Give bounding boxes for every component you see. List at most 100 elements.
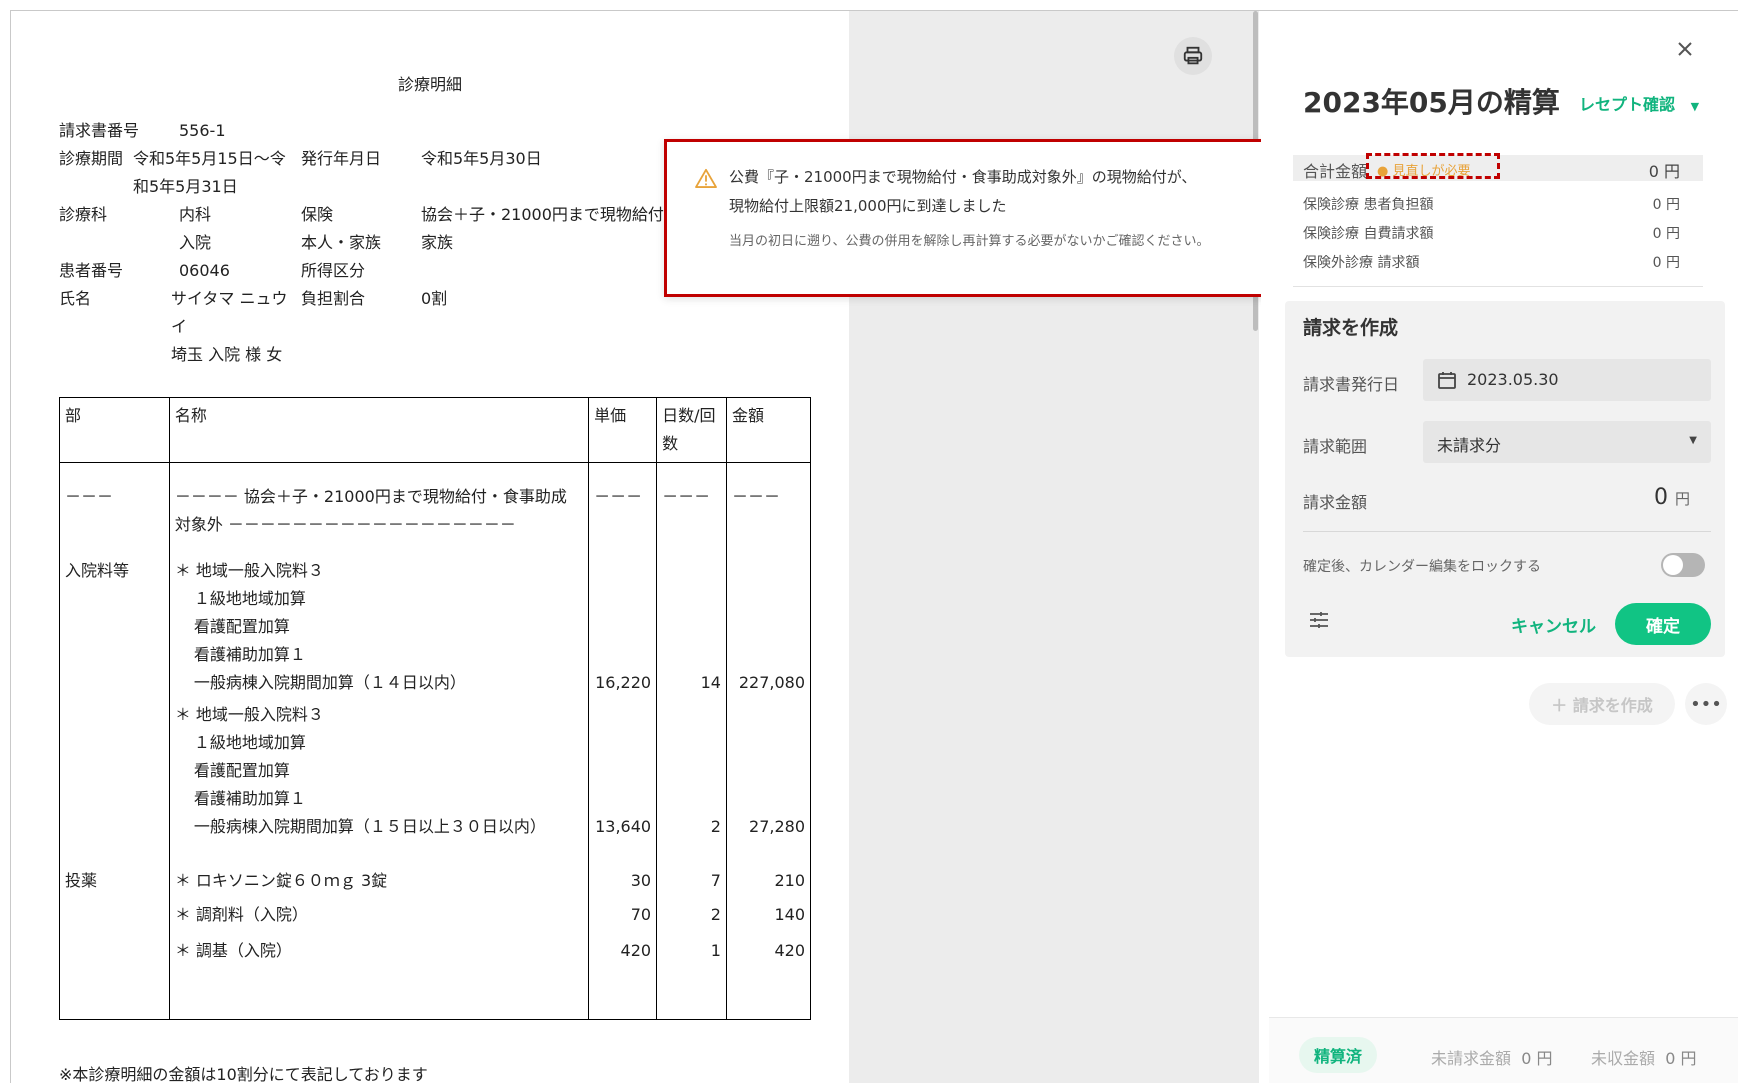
- range-value: 未請求分: [1437, 436, 1502, 455]
- name-line: 対象外 －－－－－－－－－－－－－－－－－－: [174, 515, 516, 534]
- table-row: ＊ 地域一般入院料３ １級地地域加算 看護配置加算 看護補助加算１ 一般病棟入院…: [59, 697, 812, 841]
- name-line1: サイタマ ニュウ: [171, 289, 288, 308]
- issue-date: 令和5年5月30日: [421, 149, 542, 168]
- period-label: 診療期間: [59, 149, 124, 168]
- cell-days: 2: [656, 697, 727, 841]
- dept2: 入院: [179, 233, 212, 252]
- self-pay-value: 0 円: [1652, 226, 1680, 242]
- status-dot-icon: ●: [1377, 164, 1389, 179]
- toggle-knob: [1663, 555, 1683, 575]
- warning-sub-message: 当月の初日に遡り、公費の併用を解除し再計算する必要がないかご確認ください。: [729, 234, 1210, 249]
- chevron-down-icon: ▼: [1690, 100, 1700, 113]
- invoice-no: 556-1: [179, 121, 226, 140]
- create-invoice-title: 請求を作成: [1303, 317, 1399, 339]
- cell-days: －－－: [656, 462, 727, 539]
- table-header-row: 部 名称 単価 日数/回数 金額: [59, 397, 812, 463]
- issue-date-field[interactable]: 2023.05.30: [1423, 359, 1711, 401]
- warning-line2: 現物給付上限額21,000円に到達しました: [729, 197, 1007, 215]
- divider: [1303, 531, 1711, 532]
- cell-section: [59, 697, 170, 841]
- col-header-section: 部: [59, 397, 170, 463]
- cell-name: ＊ ロキソニン錠６０ｍｇ 3錠: [168, 841, 590, 895]
- period-line2: 和5年5月31日: [133, 177, 238, 196]
- close-button[interactable]: [1669, 33, 1701, 65]
- name-line: ＊ 調剤料（入院）: [174, 905, 308, 924]
- cell-section: [59, 929, 170, 1020]
- cell-section: [59, 895, 170, 929]
- patient-no-label: 患者番号: [59, 261, 124, 280]
- warning-popup: 公費『子・21000円まで現物給付・食事助成対象外』の現物給付が、 現物給付上限…: [664, 139, 1277, 297]
- cell-name: －－－－ 協会＋子・21000円まで現物給付・食事助成 対象外 －－－－－－－－…: [168, 462, 590, 539]
- insurance-value2: 家族: [421, 233, 454, 252]
- more-options-button[interactable]: •••: [1685, 683, 1727, 725]
- app-window: 診療明細 請求書番号 556-1 診療期間 令和5年5月15日～令 和5年5月3…: [10, 10, 1738, 1083]
- status-badge: 精算済: [1299, 1037, 1377, 1073]
- name-line: 看護配置加算: [193, 617, 290, 636]
- total-value: 0 円: [1648, 162, 1680, 181]
- col-header-amount: 金額: [725, 397, 812, 463]
- non-insured-value: 0 円: [1652, 255, 1680, 271]
- more-horizontal-icon: •••: [1690, 693, 1722, 715]
- footnote: ※本診療明細の金額は10割分にて表記しております: [59, 1065, 428, 1083]
- issue-date-value: 2023.05.30: [1467, 370, 1559, 389]
- warning-line1: 公費『子・21000円まで現物給付・食事助成対象外』の現物給付が、: [729, 168, 1197, 186]
- patient-burden-value: 0 円: [1652, 197, 1680, 213]
- self-pay-label: 保険診療 自費請求額: [1303, 226, 1434, 242]
- name-line: 看護補助加算１: [193, 789, 306, 808]
- dept: 内科: [179, 205, 212, 224]
- issue-date-field-label: 請求書発行日: [1303, 375, 1400, 394]
- name-line2: イ: [171, 317, 188, 336]
- burden: 0割: [421, 289, 448, 308]
- col-header-name: 名称: [168, 397, 590, 463]
- name-line: １級地地域加算: [193, 589, 306, 608]
- name-line: 一般病棟入院期間加算（１５日以上３０日以内）: [193, 817, 546, 836]
- name-line: １級地地域加算: [193, 733, 306, 752]
- lock-calendar-toggle[interactable]: [1661, 553, 1705, 577]
- cell-amount: 420: [725, 929, 812, 1020]
- uncollected-amount: 未収金額 0 円: [1591, 1045, 1696, 1069]
- name-line: 看護補助加算１: [193, 645, 306, 664]
- cell-name: ＊ 地域一般入院料３ １級地地域加算 看護配置加算 看護補助加算１ 一般病棟入院…: [168, 697, 590, 841]
- cancel-button[interactable]: キャンセル: [1511, 612, 1596, 637]
- cell-amount: －－－: [725, 462, 812, 539]
- patient-burden-label: 保険診療 患者負担額: [1303, 197, 1434, 213]
- calendar-icon: [1438, 372, 1456, 389]
- total-label: 合計金額: [1303, 162, 1368, 181]
- issue-date-label: 発行年月日: [301, 149, 382, 168]
- cell-name: ＊ 調基（入院）: [168, 929, 590, 1020]
- lock-calendar-label: 確定後、カレンダー編集をロックする: [1303, 559, 1541, 575]
- cell-amount: 227,080: [725, 539, 812, 697]
- cell-amount: 27,280: [725, 697, 812, 841]
- receipt-check-dropdown[interactable]: レセプト確認 ▼: [1579, 91, 1699, 115]
- income-label: 所得区分: [301, 261, 366, 280]
- name-line3: 埼玉 入院 様 女: [171, 345, 283, 364]
- name-line: ＊ 地域一般入院料３: [174, 561, 324, 580]
- invoice-no-label: 請求書番号: [59, 121, 140, 140]
- receipt-check-label: レセプト確認: [1579, 95, 1676, 114]
- review-badge-label: 見直しが必要: [1392, 164, 1471, 179]
- document-title: 診療明細: [397, 75, 462, 94]
- review-badge: ● 見直しが必要: [1377, 160, 1471, 179]
- print-button[interactable]: [1174, 37, 1212, 75]
- settings-sliders-icon[interactable]: [1309, 611, 1329, 629]
- patient-no: 06046: [179, 261, 230, 280]
- non-insured-label: 保険外診療 請求額: [1303, 255, 1420, 271]
- cell-unit: 30: [588, 841, 658, 895]
- warning-message: 公費『子・21000円まで現物給付・食事助成対象外』の現物給付が、 現物給付上限…: [729, 163, 1259, 221]
- amount-unit: 円: [1674, 490, 1690, 508]
- create-invoice-button[interactable]: ＋ 請求を作成: [1529, 683, 1675, 725]
- cell-amount: 210: [725, 841, 812, 895]
- cell-section: －－－: [59, 462, 170, 539]
- uncollected-value: 0 円: [1665, 1049, 1697, 1068]
- unbilled-amount: 未請求金額 0 円: [1431, 1045, 1552, 1069]
- name-line: ＊ 地域一般入院料３: [174, 705, 324, 724]
- name-line: ＊ ロキソニン錠６０ｍｇ 3錠: [174, 871, 388, 890]
- cell-unit: 420: [588, 929, 658, 1020]
- cell-section: 投薬: [59, 841, 170, 895]
- detail-table: 部 名称 単価 日数/回数 金額 －－－ －－－－ 協会＋子・21000円まで現…: [59, 397, 812, 1020]
- uncollected-label: 未収金額: [1591, 1049, 1656, 1068]
- col-header-unit: 単価: [588, 397, 658, 463]
- confirm-button[interactable]: 確定: [1615, 603, 1711, 645]
- table-row: 入院料等 ＊ 地域一般入院料３ １級地地域加算 看護配置加算 看護補助加算１ 一…: [59, 539, 812, 697]
- range-select[interactable]: 未請求分 ▼: [1423, 421, 1711, 463]
